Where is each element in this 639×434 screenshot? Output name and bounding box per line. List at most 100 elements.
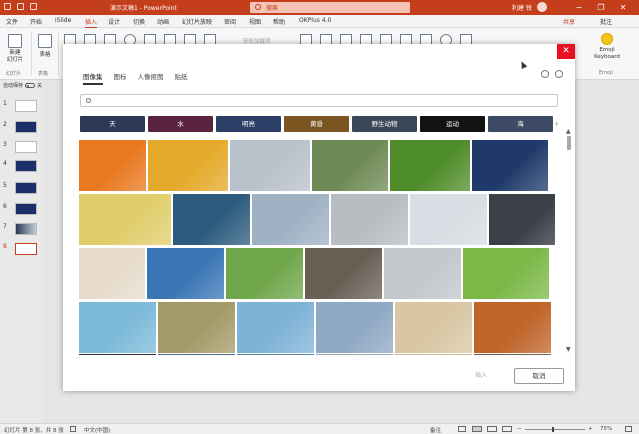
new-slide-button[interactable]: 新建 幻灯片 xyxy=(4,34,26,64)
slide-sorter-icon[interactable] xyxy=(487,426,497,432)
category-wildlife[interactable]: 野生动物 xyxy=(352,116,417,132)
language-indicator[interactable]: 中文(中国) xyxy=(84,426,110,434)
category-sky[interactable]: 天 xyxy=(80,116,145,132)
stock-image[interactable] xyxy=(79,302,156,353)
accessibility-icon[interactable] xyxy=(70,426,76,432)
scroll-down-icon[interactable]: ▼ xyxy=(566,346,571,353)
normal-view-icon[interactable] xyxy=(472,426,482,432)
zoom-in-icon[interactable]: + xyxy=(588,426,593,432)
share-button[interactable]: 共享 xyxy=(563,17,575,26)
slide-number: 5 xyxy=(3,182,7,189)
slide-preview xyxy=(15,160,37,172)
smile-feedback-icon[interactable] xyxy=(541,70,549,78)
cancel-button[interactable]: 取消 xyxy=(514,368,564,384)
stock-image[interactable] xyxy=(79,354,156,355)
toggle-switch[interactable] xyxy=(25,83,36,88)
dialog-scrollbar[interactable]: ▲ ▼ xyxy=(566,128,572,356)
category-dusk[interactable]: 黄昏 xyxy=(284,116,349,132)
tab-help[interactable]: 帮助 xyxy=(273,17,285,26)
category-sea[interactable]: 海 xyxy=(488,116,553,132)
tab-okplus[interactable]: OKPlus 4.0 xyxy=(299,17,331,24)
zoom-slider[interactable] xyxy=(525,427,585,432)
tab-transitions[interactable]: 切换 xyxy=(133,17,145,26)
zoom-level[interactable]: 75% xyxy=(600,426,612,432)
stock-image[interactable] xyxy=(79,248,145,299)
stock-image[interactable] xyxy=(384,248,461,299)
tab-cutout-people[interactable]: 人像抠图 xyxy=(138,71,164,85)
stock-image[interactable] xyxy=(472,140,548,191)
category-sports[interactable]: 运动 xyxy=(420,116,485,132)
avatar[interactable] xyxy=(537,2,547,12)
stock-image[interactable] xyxy=(331,194,408,245)
search-box[interactable]: 搜索 xyxy=(250,2,410,13)
scroll-up-icon[interactable]: ▲ xyxy=(566,128,571,135)
slide-preview xyxy=(15,243,37,255)
stock-image[interactable] xyxy=(395,354,472,355)
frown-feedback-icon[interactable] xyxy=(555,70,563,78)
tab-islide[interactable]: iSlide xyxy=(55,17,71,24)
table-label: 表格 xyxy=(39,52,51,58)
stock-image[interactable] xyxy=(474,354,551,355)
tab-design[interactable]: 设计 xyxy=(108,17,120,26)
stock-image[interactable] xyxy=(230,140,310,191)
stock-image[interactable] xyxy=(410,194,487,245)
stock-image[interactable] xyxy=(147,248,224,299)
tab-home[interactable]: 开始 xyxy=(30,17,42,26)
stock-image[interactable] xyxy=(316,354,393,355)
stock-image[interactable] xyxy=(463,248,549,299)
title-bar: 演示文稿1 - PowerPoint 搜索 利建 锐 − ❐ ✕ xyxy=(0,0,639,15)
stock-image[interactable] xyxy=(489,194,555,245)
tab-review[interactable]: 审阅 xyxy=(224,17,236,26)
slide-preview xyxy=(15,141,37,153)
ribbon-divider xyxy=(31,32,32,76)
stock-image[interactable] xyxy=(237,302,314,353)
category-water[interactable]: 水 xyxy=(148,116,213,132)
redo-icon[interactable] xyxy=(30,3,37,10)
stock-image[interactable] xyxy=(173,194,250,245)
stock-image[interactable] xyxy=(395,302,472,353)
stock-image[interactable] xyxy=(226,248,303,299)
slide-number: 8 xyxy=(3,243,7,250)
notes-button[interactable]: 备注 xyxy=(430,426,441,434)
category-bright[interactable]: 明亮 xyxy=(216,116,281,132)
stock-image[interactable] xyxy=(148,140,228,191)
save-icon[interactable] xyxy=(4,3,11,10)
comments-icon[interactable] xyxy=(458,426,466,432)
tab-image-collection[interactable]: 图像集 xyxy=(83,71,103,85)
stock-image[interactable] xyxy=(305,248,382,299)
tab-stickers[interactable]: 贴纸 xyxy=(175,71,188,85)
comments-button[interactable]: 批注 xyxy=(600,17,612,26)
tab-view[interactable]: 视图 xyxy=(249,17,261,26)
scroll-thumb[interactable] xyxy=(567,136,571,150)
tab-file[interactable]: 文件 xyxy=(6,17,18,26)
category-next-chevron-icon[interactable]: › xyxy=(555,119,558,128)
minimize-button[interactable]: − xyxy=(572,2,586,13)
undo-icon[interactable] xyxy=(17,3,24,10)
stock-image[interactable] xyxy=(474,302,551,353)
table-button[interactable]: 表格 xyxy=(35,34,55,58)
stock-image[interactable] xyxy=(79,194,171,245)
stock-image[interactable] xyxy=(316,302,393,353)
tab-animations[interactable]: 动画 xyxy=(157,17,169,26)
tab-icons[interactable]: 图标 xyxy=(114,71,127,85)
stock-image[interactable] xyxy=(390,140,470,191)
stock-image[interactable] xyxy=(312,140,388,191)
slide-number: 4 xyxy=(3,160,7,167)
close-window-button[interactable]: ✕ xyxy=(616,2,630,13)
emoji-keyboard-button[interactable]: Emoji Keyboard xyxy=(592,33,622,61)
zoom-slider-knob[interactable] xyxy=(552,427,554,432)
reading-view-icon[interactable] xyxy=(502,426,512,432)
maximize-button[interactable]: ❐ xyxy=(594,2,608,13)
stock-image[interactable] xyxy=(158,354,235,355)
stock-image[interactable] xyxy=(79,140,146,191)
stock-image[interactable] xyxy=(252,194,329,245)
zoom-out-icon[interactable]: − xyxy=(517,426,522,432)
user-name[interactable]: 利建 锐 xyxy=(512,3,532,12)
stock-image[interactable] xyxy=(158,302,235,353)
stock-image[interactable] xyxy=(237,354,314,355)
image-search-input[interactable] xyxy=(80,94,558,107)
insert-button[interactable]: 插入 xyxy=(475,370,487,379)
dialog-close-button[interactable]: ✕ xyxy=(557,44,575,59)
tab-slideshow[interactable]: 幻灯片放映 xyxy=(182,17,212,26)
fit-slide-icon[interactable] xyxy=(625,426,632,432)
